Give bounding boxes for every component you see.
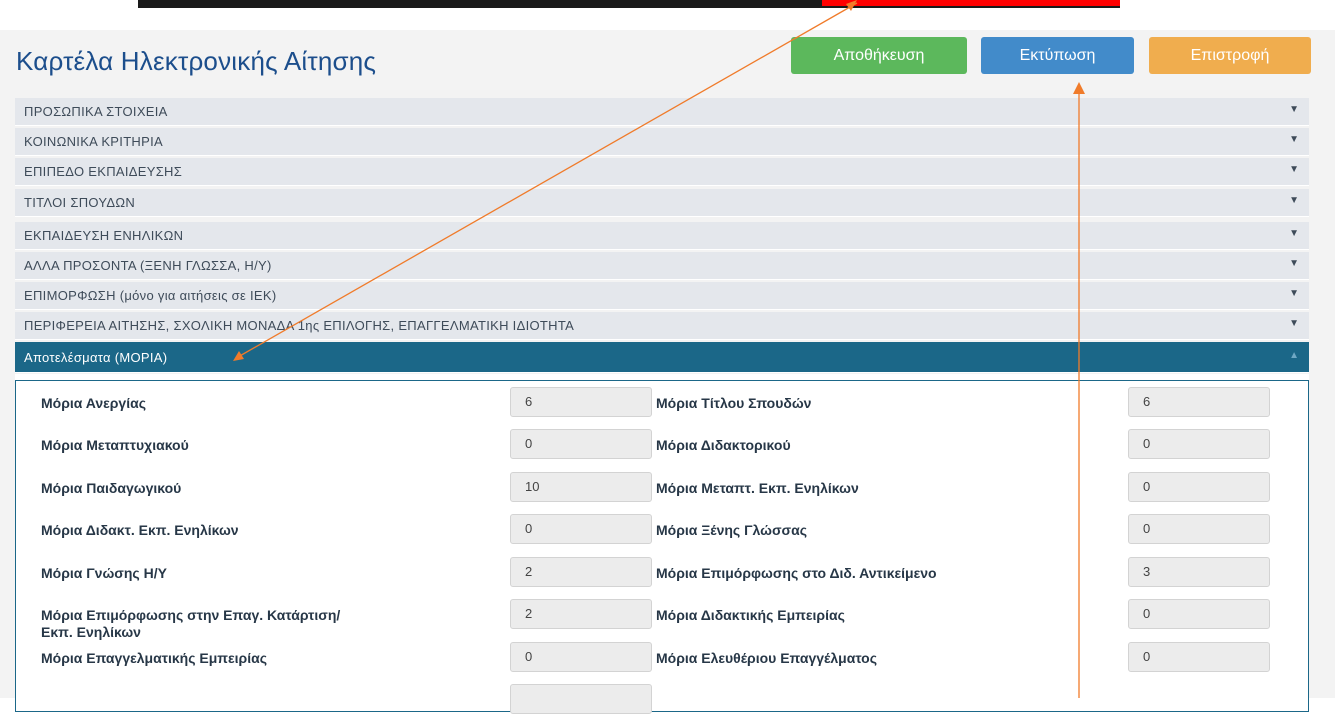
- field-label: Μόρια Γνώσης Η/Υ: [41, 565, 167, 581]
- caret-up-icon: ▲: [1289, 350, 1299, 361]
- accordion-education-level[interactable]: ΕΠΙΠΕΔΟ ΕΚΠΑΙΔΕΥΣΗΣ ▼: [15, 158, 1309, 186]
- accordion-region-school[interactable]: ΠΕΡΙΦΕΡΕΙΑ ΑΙΤΗΣΗΣ, ΣΧΟΛΙΚΗ ΜΟΝΑΔΑ 1ης Ε…: [15, 312, 1309, 340]
- field-label: Μόρια Επιμόρφωσης στην Επαγ. Κατάρτιση/: [41, 607, 341, 623]
- computer-skills-points-field[interactable]: 2: [510, 557, 652, 587]
- caret-down-icon: ▼: [1289, 134, 1299, 145]
- accordion-social-criteria[interactable]: ΚΟΙΝΩΝΙΚΑ ΚΡΙΤΗΡΙΑ ▼: [15, 128, 1309, 156]
- field-label: Μόρια Ελευθέριου Επαγγέλματος: [656, 650, 878, 666]
- field-label: Μόρια Διδακτ. Εκπ. Ενηλίκων: [41, 522, 239, 538]
- degree-points-field[interactable]: 6: [1128, 387, 1270, 417]
- accordion-label: Αποτελέσματα (ΜΟΡΙΑ): [24, 350, 168, 365]
- field-label: Μόρια Παιδαγωγικού: [41, 480, 182, 496]
- accordion-label: ΤΙΤΛΟΙ ΣΠΟΥΔΩΝ: [24, 195, 136, 210]
- professional-experience-points-field[interactable]: 0: [510, 642, 652, 672]
- caret-down-icon: ▼: [1289, 288, 1299, 299]
- accordion-label: ΕΠΙΠΕΔΟ ΕΚΠΑΙΔΕΥΣΗΣ: [24, 164, 183, 179]
- caret-down-icon: ▼: [1289, 228, 1299, 239]
- accordion-personal-info[interactable]: ΠΡΟΣΩΠΙΚΑ ΣΤΟΙΧΕΙΑ ▼: [15, 98, 1309, 126]
- doctorate-points-field[interactable]: 0: [1128, 429, 1270, 459]
- field-label: Μόρια Επιμόρφωσης στο Διδ. Αντικείμενο: [656, 565, 937, 581]
- masters-points-field[interactable]: 0: [510, 429, 652, 459]
- adult-ed-masters-points-field[interactable]: 0: [1128, 472, 1270, 502]
- caret-down-icon: ▼: [1289, 195, 1299, 206]
- caret-down-icon: ▼: [1289, 104, 1299, 115]
- annotation-header-strip: [0, 0, 1335, 14]
- adult-ed-phd-points-field[interactable]: 0: [510, 514, 652, 544]
- caret-down-icon: ▼: [1289, 258, 1299, 269]
- field-label: Μόρια Ανεργίας: [41, 395, 146, 411]
- teaching-experience-points-field[interactable]: 0: [1128, 599, 1270, 629]
- accordion-label: ΚΟΙΝΩΝΙΚΑ ΚΡΙΤΗΡΙΑ: [24, 134, 163, 149]
- accordion-label: ΕΚΠΑΙΔΕΥΣΗ ΕΝΗΛΙΚΩΝ: [24, 228, 184, 243]
- accordion-results[interactable]: Αποτελέσματα (ΜΟΡΙΑ) ▲: [15, 342, 1309, 373]
- accordion-label: ΑΛΛΑ ΠΡΟΣΟΝΤΑ (ΞΕΝΗ ΓΛΩΣΣΑ, Η/Υ): [24, 258, 272, 273]
- field-label: Μόρια Επαγγελματικής Εμπειρίας: [41, 650, 267, 666]
- foreign-language-points-field[interactable]: 0: [1128, 514, 1270, 544]
- vocational-training-points-field[interactable]: 2: [510, 599, 652, 629]
- accordion-adult-education[interactable]: ΕΚΠΑΙΔΕΥΣΗ ΕΝΗΛΙΚΩΝ ▼: [15, 222, 1309, 250]
- field-label: Μόρια Διδακτορικού: [656, 437, 791, 453]
- subject-training-points-field[interactable]: 3: [1128, 557, 1270, 587]
- field-label: Μόρια Ξένης Γλώσσας: [656, 522, 807, 538]
- accordion-degrees[interactable]: ΤΙΤΛΟΙ ΣΠΟΥΔΩΝ ▼: [15, 189, 1309, 217]
- freelance-profession-points-field[interactable]: 0: [1128, 642, 1270, 672]
- accordion-training[interactable]: ΕΠΙΜΟΡΦΩΣΗ (μόνο για αιτήσεις σε ΙΕΚ) ▼: [15, 282, 1309, 310]
- accordion-label: ΕΠΙΜΟΡΦΩΣΗ (μόνο για αιτήσεις σε ΙΕΚ): [24, 288, 277, 303]
- caret-down-icon: ▼: [1289, 318, 1299, 329]
- field-label: Μόρια Μεταπτυχιακού: [41, 437, 189, 453]
- print-button[interactable]: Εκτύπωση: [981, 37, 1134, 74]
- field-label: Μόρια Διδακτικής Εμπειρίας: [656, 607, 845, 623]
- pedagogical-points-field[interactable]: 10: [510, 472, 652, 502]
- page-title: Καρτέλα Ηλεκτρονικής Αίτησης: [16, 46, 377, 76]
- field-label: Μόρια Τίτλου Σπουδών: [656, 395, 812, 411]
- caret-down-icon: ▼: [1289, 164, 1299, 175]
- unemployment-points-field[interactable]: 6: [510, 387, 652, 417]
- accordion-other-qualifications[interactable]: ΑΛΛΑ ΠΡΟΣΟΝΤΑ (ΞΕΝΗ ΓΛΩΣΣΑ, Η/Υ) ▼: [15, 252, 1309, 280]
- field-label: Μόρια Μεταπτ. Εκπ. Ενηλίκων: [656, 480, 859, 496]
- back-button[interactable]: Επιστροφή: [1149, 37, 1311, 74]
- partial-field[interactable]: [510, 684, 652, 714]
- field-label-continued: Εκπ. Ενηλίκων: [41, 624, 141, 640]
- annotation-underline: [138, 6, 1120, 8]
- accordion-label: ΠΕΡΙΦΕΡΕΙΑ ΑΙΤΗΣΗΣ, ΣΧΟΛΙΚΗ ΜΟΝΑΔΑ 1ης Ε…: [24, 318, 575, 333]
- accordion-label: ΠΡΟΣΩΠΙΚΑ ΣΤΟΙΧΕΙΑ: [24, 104, 168, 119]
- save-button[interactable]: Αποθήκευση: [791, 37, 967, 74]
